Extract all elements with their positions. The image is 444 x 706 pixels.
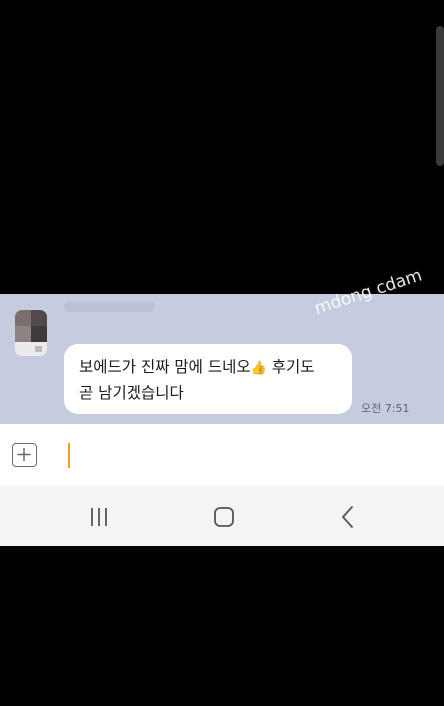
message-input[interactable] bbox=[66, 440, 366, 470]
attach-button[interactable] bbox=[12, 443, 37, 467]
message-line-1: 보에드가 진짜 맘에 드네오👍 후기도 bbox=[79, 355, 338, 381]
message-timestamp: 오전 7:51 bbox=[361, 402, 410, 415]
sender-avatar[interactable] bbox=[15, 310, 47, 356]
thumbs-up-icon: 👍 bbox=[250, 361, 267, 376]
home-icon[interactable] bbox=[212, 505, 236, 529]
text-cursor bbox=[68, 443, 70, 468]
letterbox-bottom bbox=[0, 546, 444, 706]
message-bubble[interactable]: 보에드가 진짜 맘에 드네오👍 후기도 곧 남기겠습니다 bbox=[64, 344, 352, 414]
system-navigation-bar bbox=[0, 486, 444, 546]
message-text-end: 후기도 bbox=[266, 358, 315, 376]
back-icon[interactable] bbox=[338, 504, 358, 530]
scroll-handle[interactable] bbox=[436, 26, 444, 166]
message-text: 보에드가 진짜 맘에 드네오 bbox=[79, 358, 251, 376]
sender-name bbox=[64, 302, 154, 312]
recents-icon[interactable] bbox=[88, 506, 112, 528]
chat-message-area[interactable]: 보에드가 진짜 맘에 드네오👍 후기도 곧 남기겠습니다 오전 7:51 bbox=[0, 294, 444, 424]
message-line-2: 곧 남기겠습니다 bbox=[79, 384, 184, 402]
plus-icon bbox=[17, 448, 31, 461]
